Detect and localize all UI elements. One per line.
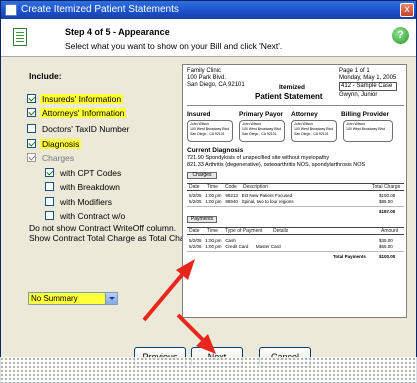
- arrow-icon: [176, 313, 216, 354]
- arrow-icon: [142, 259, 195, 322]
- annotation-arrows: [142, 259, 216, 354]
